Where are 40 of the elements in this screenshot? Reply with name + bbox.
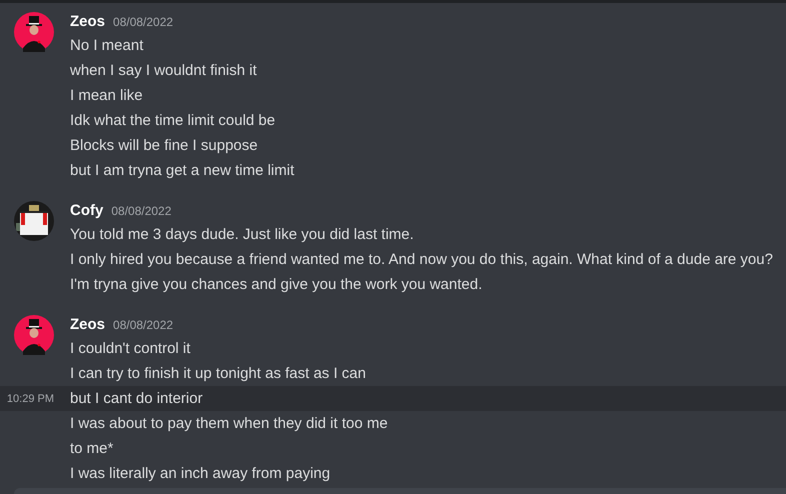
message-row[interactable]: Blocks will be fine I suppose [0,133,786,158]
author-name[interactable]: Zeos [70,13,106,30]
message-text: but I cant do interior [70,390,203,407]
message-timestamp: 08/08/2022 [111,204,172,218]
message-row[interactable]: when I say I wouldnt finish it [0,58,786,83]
message-row[interactable]: I was literally an inch away from paying [0,461,786,486]
author-name[interactable]: Cofy [70,202,104,219]
message-text: I mean like [70,87,143,104]
message-row[interactable]: but I am tryna get a new time limit [0,158,786,183]
message-row[interactable]: No I meant [0,33,786,58]
message-text: when I say I wouldnt finish it [70,62,257,79]
message-text: Blocks will be fine I suppose [70,137,258,154]
message-text: I only hired you because a friend wanted me to. And now you do this, again. What kind of a dude are you? [70,251,773,268]
avatar-icon[interactable] [14,12,54,52]
avatar-icon[interactable] [14,201,54,241]
message-row[interactable]: I couldn't control it [0,336,786,361]
message-row[interactable]: I'm tryna give you chances and give you the work you wanted. [0,272,786,297]
message-row[interactable]: I was about to pay them when they did it too me [0,411,786,436]
message-time: 10:29 PM [6,392,54,404]
author-name[interactable]: Zeos [70,316,106,333]
message-text: I was about to pay them when they did it too me [70,415,388,432]
message-row[interactable]: I can try to finish it up tonight as fast as I can [0,361,786,386]
message-row[interactable]: Idk what the time limit could be [0,108,786,133]
message-row[interactable]: 10:29 PM but I cant do interior [0,386,786,411]
message-text: You told me 3 days dude. Just like you did last time. [70,226,414,243]
message-text: I can try to finish it up tonight as fast as I can [70,365,366,382]
avatar-icon[interactable] [14,315,54,355]
message-text: I'm tryna give you chances and give you the work you wanted. [70,276,482,293]
message-timestamp: 08/08/2022 [113,318,174,332]
message-text: I couldn't control it [70,340,190,357]
message-text: to me* [70,440,114,457]
message-row[interactable]: I only hired you because a friend wanted me to. And now you do this, again. What kind of a dude are you? [0,247,786,272]
message-row[interactable]: I mean like [0,83,786,108]
message-text: Idk what the time limit could be [70,112,276,129]
message-text: No I meant [70,37,144,54]
message-row[interactable]: to me* [0,436,786,461]
message-timestamp: 08/08/2022 [113,15,174,29]
message-text: I was literally an inch away from paying [70,465,330,482]
message-text: but I am tryna get a new time limit [70,162,294,179]
message-row[interactable]: You told me 3 days dude. Just like you did last time. [0,222,786,247]
